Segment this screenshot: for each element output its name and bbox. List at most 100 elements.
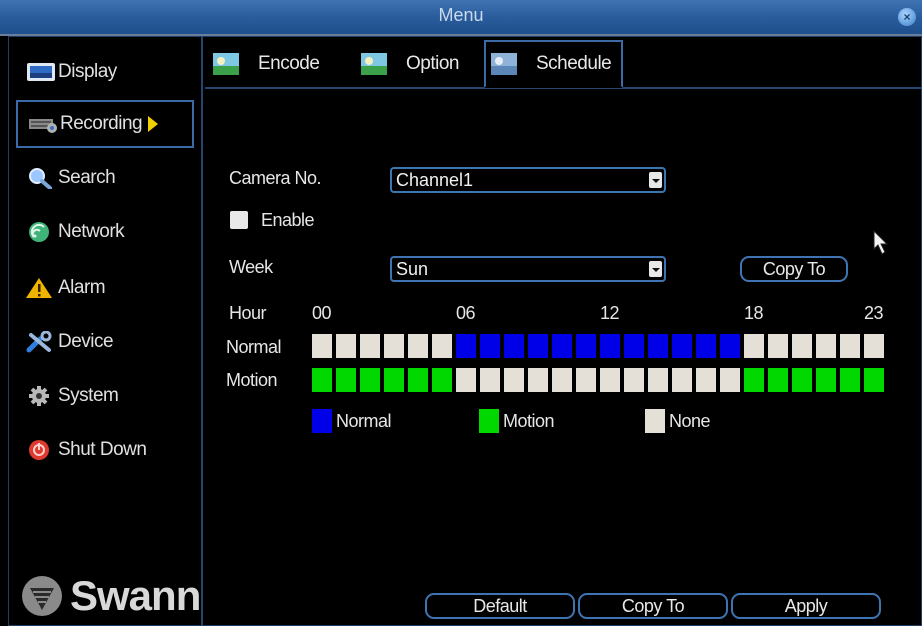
default-button[interactable]: Default — [425, 593, 575, 619]
enable-checkbox[interactable] — [230, 211, 248, 229]
schedule-cell-normal-19[interactable] — [768, 334, 788, 358]
schedule-cell-motion-17[interactable] — [720, 368, 740, 392]
copy-to-button[interactable]: Copy To — [578, 593, 728, 619]
schedule-cell-normal-13[interactable] — [624, 334, 644, 358]
legend-swatch-motion — [479, 409, 499, 433]
schedule-cell-motion-14[interactable] — [648, 368, 668, 392]
schedule-cell-normal-15[interactable] — [672, 334, 692, 358]
schedule-cell-motion-9[interactable] — [528, 368, 548, 392]
chevron-down-icon — [649, 261, 662, 277]
schedule-cell-motion-21[interactable] — [816, 368, 836, 392]
schedule-cell-normal-16[interactable] — [696, 334, 716, 358]
schedule-cell-motion-6[interactable] — [456, 368, 476, 392]
schedule-cell-normal-2[interactable] — [360, 334, 380, 358]
sidebar-item-label: Display — [58, 61, 117, 82]
schedule-cell-motion-13[interactable] — [624, 368, 644, 392]
chevron-down-icon — [649, 172, 662, 188]
sidebar-item-system[interactable]: System — [16, 372, 194, 420]
schedule-cell-motion-20[interactable] — [792, 368, 812, 392]
option-icon — [361, 53, 387, 75]
schedule-cell-motion-3[interactable] — [384, 368, 404, 392]
schedule-cell-motion-15[interactable] — [672, 368, 692, 392]
schedule-icon — [491, 53, 517, 75]
schedule-cell-normal-21[interactable] — [816, 334, 836, 358]
week-select-value: Sun — [396, 259, 429, 279]
submenu-arrow-icon — [148, 116, 159, 132]
schedule-cell-normal-8[interactable] — [504, 334, 524, 358]
hour-tick: 12 — [600, 303, 620, 323]
schedule-cell-normal-1[interactable] — [336, 334, 356, 358]
apply-button[interactable]: Apply — [731, 593, 881, 619]
alarm-icon — [26, 278, 52, 298]
schedule-cell-normal-18[interactable] — [744, 334, 764, 358]
schedule-cell-normal-14[interactable] — [648, 334, 668, 358]
schedule-cell-motion-23[interactable] — [864, 368, 884, 392]
schedule-cell-motion-16[interactable] — [696, 368, 716, 392]
sidebar-item-label: System — [58, 385, 119, 406]
sidebar-item-alarm[interactable]: Alarm — [16, 264, 194, 312]
schedule-cell-normal-4[interactable] — [408, 334, 428, 358]
sidebar: Display Recording Search Network Alarm D… — [8, 36, 203, 626]
schedule-cell-normal-22[interactable] — [840, 334, 860, 358]
schedule-cell-motion-2[interactable] — [360, 368, 380, 392]
sidebar-item-label: Network — [58, 221, 125, 242]
tab-label: Encode — [258, 53, 320, 74]
schedule-cell-motion-7[interactable] — [480, 368, 500, 392]
schedule-cell-normal-12[interactable] — [600, 334, 620, 358]
schedule-cell-normal-5[interactable] — [432, 334, 452, 358]
schedule-cell-normal-7[interactable] — [480, 334, 500, 358]
tab-encode[interactable]: Encode — [212, 40, 320, 88]
sidebar-item-recording[interactable]: Recording — [16, 100, 194, 148]
schedule-cell-normal-9[interactable] — [528, 334, 548, 358]
schedule-cell-motion-5[interactable] — [432, 368, 452, 392]
week-select[interactable]: Sun — [390, 256, 666, 282]
swann-logo-icon — [22, 576, 62, 616]
sidebar-item-display[interactable]: Display — [16, 48, 194, 96]
sidebar-item-search[interactable]: Search — [16, 154, 194, 202]
hour-label: Hour — [229, 303, 267, 323]
schedule-cell-normal-6[interactable] — [456, 334, 476, 358]
legend-label: Normal — [336, 411, 392, 431]
motion-row-label: Motion — [226, 370, 278, 390]
hour-tick: 06 — [456, 303, 476, 323]
sidebar-item-device[interactable]: Device — [16, 318, 194, 366]
tab-label: Schedule — [536, 53, 612, 74]
hour-tick: 00 — [312, 303, 332, 323]
schedule-cell-normal-20[interactable] — [792, 334, 812, 358]
schedule-cell-motion-18[interactable] — [744, 368, 764, 392]
schedule-cell-motion-22[interactable] — [840, 368, 860, 392]
normal-row-label: Normal — [226, 337, 282, 357]
schedule-cell-motion-1[interactable] — [336, 368, 356, 392]
schedule-cell-motion-19[interactable] — [768, 368, 788, 392]
sidebar-item-label: Recording — [60, 113, 143, 134]
close-icon[interactable]: × — [898, 8, 916, 26]
sidebar-item-label: Device — [58, 331, 114, 352]
encode-icon — [213, 53, 239, 75]
legend-swatch-none — [645, 409, 665, 433]
hour-tick: 18 — [744, 303, 764, 323]
schedule-cell-motion-8[interactable] — [504, 368, 524, 392]
copy-to-day-button[interactable]: Copy To — [740, 256, 848, 282]
network-icon — [29, 222, 49, 242]
schedule-cell-motion-0[interactable] — [312, 368, 332, 392]
tab-schedule[interactable]: Schedule — [484, 40, 624, 88]
sidebar-item-network[interactable]: Network — [16, 208, 194, 256]
swann-logo: Swann — [20, 572, 201, 620]
schedule-cell-normal-17[interactable] — [720, 334, 740, 358]
schedule-cell-normal-11[interactable] — [576, 334, 596, 358]
schedule-cell-normal-3[interactable] — [384, 334, 404, 358]
tab-option[interactable]: Option — [360, 40, 459, 88]
schedule-cell-motion-12[interactable] — [600, 368, 620, 392]
schedule-cell-motion-4[interactable] — [408, 368, 428, 392]
schedule-cell-motion-11[interactable] — [576, 368, 596, 392]
camera-select-value: Channel1 — [396, 170, 474, 190]
camera-no-label: Camera No. — [229, 168, 322, 188]
week-label: Week — [229, 257, 273, 277]
schedule-cell-normal-10[interactable] — [552, 334, 572, 358]
camera-select[interactable]: Channel1 — [390, 167, 666, 193]
sidebar-item-shutdown[interactable]: Shut Down — [16, 426, 194, 474]
schedule-cell-normal-0[interactable] — [312, 334, 332, 358]
display-icon — [27, 63, 55, 81]
schedule-cell-motion-10[interactable] — [552, 368, 572, 392]
schedule-cell-normal-23[interactable] — [864, 334, 884, 358]
